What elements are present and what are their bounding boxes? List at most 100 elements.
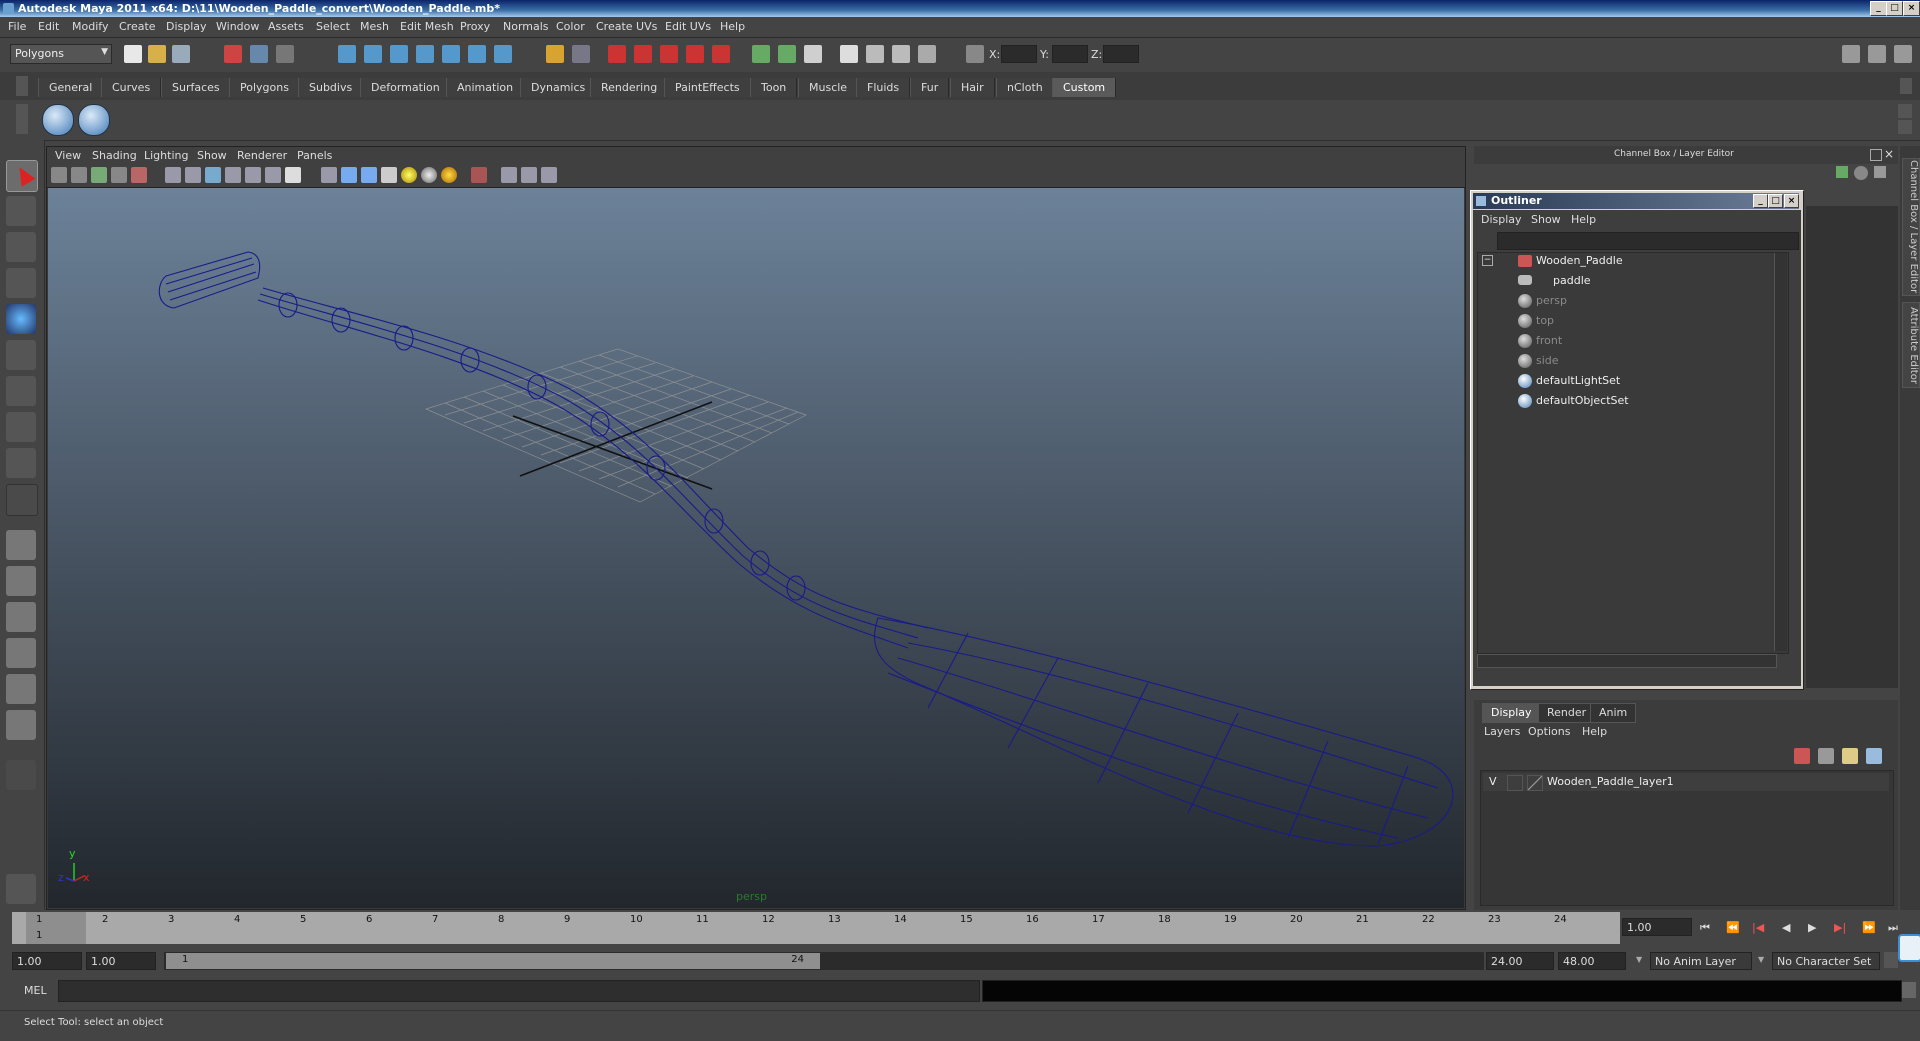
current-frame-field[interactable]: 1.00 [1622,918,1692,936]
tab-surfaces[interactable]: Surfaces [161,78,231,97]
xray-components-icon[interactable] [541,167,557,183]
outliner-menu-show[interactable]: Show [1531,213,1561,226]
outliner-item[interactable]: defaultObjectSet [1536,394,1629,407]
grid-toggle-icon[interactable] [165,167,181,183]
menu-window[interactable]: Window [216,20,259,33]
step-back-frame-icon[interactable]: |◀ [1752,921,1764,934]
pick-surface-icon[interactable] [416,45,434,63]
move-tool-icon[interactable] [6,268,36,298]
outliner-item[interactable]: side [1536,354,1559,367]
pick-curve-icon[interactable] [390,45,408,63]
tab-muscle[interactable]: Muscle [798,78,859,97]
outliner-item[interactable]: front [1536,334,1562,347]
time-slider-track[interactable]: 1 1 2 3 4 5 6 7 8 9 10 11 12 13 14 15 16… [12,912,1620,944]
film-gate-icon[interactable] [185,167,201,183]
snap-curve-icon[interactable] [634,45,652,63]
check-tool-icon[interactable] [78,104,110,136]
vp-menu-show[interactable]: Show [197,149,227,162]
script-editor-icon[interactable] [1902,982,1916,998]
gate-mask-icon[interactable] [225,167,241,183]
xray-joints-icon[interactable] [521,167,537,183]
auto-key-icon[interactable] [1884,952,1898,968]
shelf-menu-icon[interactable] [16,76,28,96]
tab-deformation[interactable]: Deformation [360,78,451,97]
select-component-icon[interactable] [276,45,294,63]
outliner-filter-input[interactable] [1497,232,1799,250]
single-view-layout-icon[interactable] [6,530,36,560]
tab-fluids[interactable]: Fluids [856,78,911,97]
layer-visibility-toggle[interactable]: V [1489,775,1497,788]
character-set-dropdown[interactable]: No Character Set [1772,952,1880,970]
layer-menu-layers[interactable]: Layers [1484,725,1520,738]
render-frame-icon[interactable] [840,45,858,63]
default-light-icon[interactable] [401,167,417,183]
snap-live-icon[interactable] [712,45,730,63]
menuset-dropdown[interactable]: Polygons ▼ [10,44,112,64]
construction-icon[interactable] [778,45,796,63]
layer-tab-anim[interactable]: Anim [1590,703,1637,723]
layout-options-icon[interactable] [6,760,36,790]
pick-joint-icon[interactable] [364,45,382,63]
command-language-label[interactable]: MEL [24,984,47,997]
range-bar[interactable]: 1 24 [164,952,1484,970]
menu-display[interactable]: Display [166,20,207,33]
x-field[interactable] [1001,45,1037,63]
side-tab-channel-box[interactable]: Channel Box / Layer Editor [1902,158,1920,296]
pick-dynamic-icon[interactable] [468,45,486,63]
minimize-button[interactable]: _ [1870,1,1887,16]
move-layer-up-icon[interactable] [1794,748,1810,764]
outliner-item[interactable]: defaultLightSet [1536,374,1620,387]
anim-layer-dropdown[interactable]: No Anim Layer [1650,952,1752,970]
safe-title-icon[interactable] [285,167,301,183]
close-icon[interactable]: × [1884,147,1894,161]
tab-dynamics[interactable]: Dynamics [520,78,597,97]
last-tool-icon[interactable] [6,448,36,478]
visibility-icon[interactable] [1854,166,1868,180]
menu-select[interactable]: Select [316,20,350,33]
menu-edit-mesh[interactable]: Edit Mesh [400,20,454,33]
tab-painteffects[interactable]: PaintEffects [664,78,751,97]
safe-action-icon[interactable] [265,167,281,183]
layer-row[interactable]: V Wooden_Paddle_layer1 [1483,773,1889,791]
render-settings-icon[interactable] [892,45,910,63]
outliner-item[interactable]: persp [1536,294,1567,307]
side-tab-attribute-editor[interactable]: Attribute Editor [1902,302,1920,388]
2d-pan-icon[interactable] [131,167,147,183]
vp-menu-view[interactable]: View [55,149,81,162]
restore-icon[interactable] [1870,149,1882,161]
highlight-selection-icon[interactable] [572,45,590,63]
menu-create[interactable]: Create [119,20,156,33]
scroll-up-icon[interactable] [1898,104,1912,118]
scroll-down-icon[interactable] [1898,120,1912,134]
render-view-icon[interactable] [804,45,822,63]
anim-prefs-icon[interactable] [1898,934,1920,962]
move-layer-down-icon[interactable] [1818,748,1834,764]
z-field[interactable] [1103,45,1139,63]
pick-misc-icon[interactable] [494,45,512,63]
outliner-layout-icon[interactable] [6,602,36,632]
outliner-close-button[interactable]: × [1784,194,1799,208]
vp-menu-shading[interactable]: Shading [92,149,137,162]
outliner-minimize-button[interactable]: _ [1753,194,1768,208]
bug-icon[interactable] [6,874,36,904]
bookmark-icon[interactable] [91,167,107,183]
go-to-start-icon[interactable]: ⏮ [1700,921,1710,935]
tab-hair[interactable]: Hair [950,78,995,97]
new-layer-icon[interactable] [1842,748,1858,764]
outliner-item[interactable]: paddle [1553,274,1591,287]
layer-tab-render[interactable]: Render [1538,703,1596,723]
layer-name[interactable]: Wooden_Paddle_layer1 [1547,775,1674,788]
pick-deform-icon[interactable] [442,45,460,63]
outliner-menu-help[interactable]: Help [1571,213,1596,226]
layer-menu-help[interactable]: Help [1582,725,1607,738]
scale-tool-icon[interactable] [6,340,36,370]
outliner-menu-display[interactable]: Display [1481,213,1522,226]
hypershade-icon[interactable] [918,45,936,63]
menu-edit[interactable]: Edit [38,20,59,33]
transform-input-icon[interactable] [966,45,984,63]
vp-menu-renderer[interactable]: Renderer [237,149,287,162]
layer-menu-options[interactable]: Options [1528,725,1570,738]
shadows-icon[interactable] [441,167,457,183]
snap-grid-icon[interactable] [608,45,626,63]
wireframe-on-shaded-icon[interactable] [361,167,377,183]
